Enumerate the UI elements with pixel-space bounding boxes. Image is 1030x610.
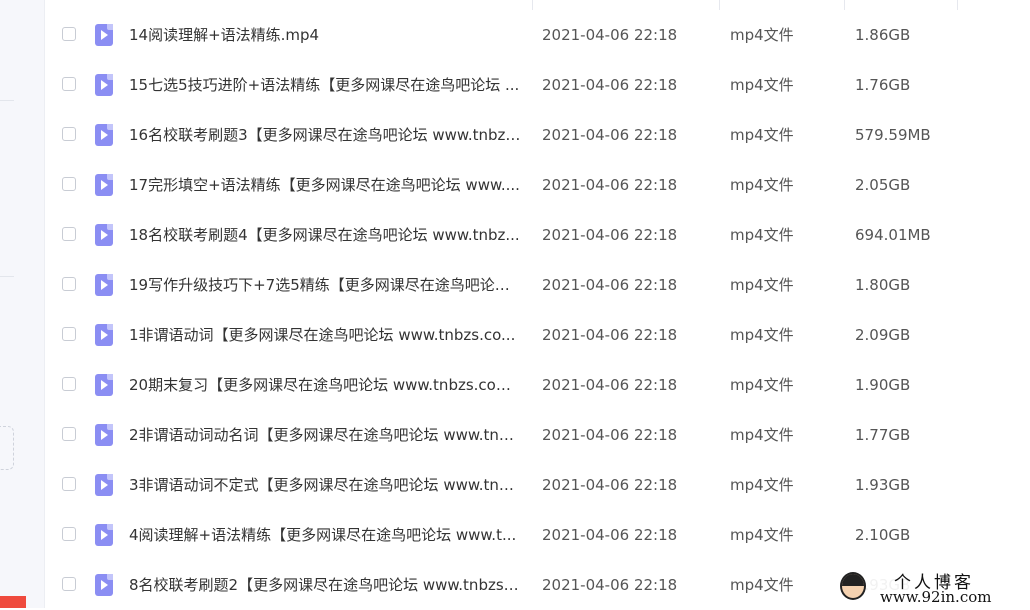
row-checkbox[interactable] [62, 477, 76, 491]
row-checkbox[interactable] [62, 77, 76, 91]
file-type: mp4文件 [730, 276, 794, 294]
file-name[interactable]: 18名校联考刷题4【更多网课尽在途鸟吧论坛 www.tnbz... [129, 210, 521, 260]
video-file-icon [95, 124, 113, 146]
file-size: 1.76GB [855, 76, 911, 94]
file-size: 1.86GB [855, 26, 911, 44]
file-type: mp4文件 [730, 576, 794, 594]
file-size: 1.93GB [855, 476, 911, 494]
video-file-icon [95, 474, 113, 496]
file-name[interactable]: 3非谓语动词不定式【更多网课尽在途鸟吧论坛 www.tnb... [129, 460, 521, 510]
table-row[interactable]: 3非谓语动词不定式【更多网课尽在途鸟吧论坛 www.tnb... 2021-04-… [45, 460, 1030, 510]
file-size: 1.90GB [855, 376, 911, 394]
file-modified-date: 2021-04-06 22:18 [542, 426, 678, 444]
row-checkbox[interactable] [62, 577, 76, 591]
file-name[interactable]: 15七选5技巧进阶+语法精练【更多网课尽在途鸟吧论坛 ... [129, 60, 521, 110]
file-modified-date: 2021-04-06 22:18 [542, 576, 678, 594]
table-row[interactable]: 1非谓语动词【更多网课尽在途鸟吧论坛 www.tnbzs.co... 2021-0… [45, 310, 1030, 360]
sidebar-red-badge [0, 596, 26, 608]
file-type: mp4文件 [730, 176, 794, 194]
video-file-icon [95, 424, 113, 446]
file-size: 2.10GB [855, 526, 911, 544]
file-modified-date: 2021-04-06 22:18 [542, 226, 678, 244]
file-name[interactable]: 8名校联考刷题2【更多网课尽在途鸟吧论坛 www.tnbzs.... [129, 560, 521, 610]
file-type: mp4文件 [730, 76, 794, 94]
table-row[interactable]: 19写作升级技巧下+7选5精练【更多网课尽在途鸟吧论坛... 2021-04-06… [45, 260, 1030, 310]
file-size: 1.77GB [855, 426, 911, 444]
column-divider [957, 0, 958, 10]
row-checkbox[interactable] [62, 527, 76, 541]
file-type: mp4文件 [730, 426, 794, 444]
file-modified-date: 2021-04-06 22:18 [542, 376, 678, 394]
file-modified-date: 2021-04-06 22:18 [542, 126, 678, 144]
file-name[interactable]: 14阅读理解+语法精练.mp4 [129, 10, 521, 60]
file-type: mp4文件 [730, 526, 794, 544]
file-size: 579.59MB [855, 126, 931, 144]
video-file-icon [95, 24, 113, 46]
table-row[interactable]: 14阅读理解+语法精练.mp4 2021-04-06 22:18 mp4文件 1.86… [45, 10, 1030, 60]
column-divider [532, 0, 533, 10]
sidebar-divider [0, 100, 14, 101]
file-name[interactable]: 19写作升级技巧下+7选5精练【更多网课尽在途鸟吧论坛... [129, 260, 521, 310]
table-row[interactable]: 17完形填空+语法精练【更多网课尽在途鸟吧论坛 www.... 2021-04-0… [45, 160, 1030, 210]
video-file-icon [95, 224, 113, 246]
file-size: 2.05GB [855, 176, 911, 194]
file-type: mp4文件 [730, 476, 794, 494]
table-row[interactable]: 15七选5技巧进阶+语法精练【更多网课尽在途鸟吧论坛 ... 2021-04-06… [45, 60, 1030, 110]
file-modified-date: 2021-04-06 22:18 [542, 326, 678, 344]
video-file-icon [95, 274, 113, 296]
file-type: mp4文件 [730, 26, 794, 44]
video-file-icon [95, 574, 113, 596]
column-divider [844, 0, 845, 10]
row-checkbox[interactable] [62, 277, 76, 291]
file-size: 1.80GB [855, 276, 911, 294]
video-file-icon [95, 174, 113, 196]
sidebar-divider [0, 276, 14, 277]
table-row[interactable]: 4阅读理解+语法精练【更多网课尽在途鸟吧论坛 www.t... 2021-04-0… [45, 510, 1030, 560]
column-divider [719, 0, 720, 10]
file-modified-date: 2021-04-06 22:18 [542, 176, 678, 194]
table-row[interactable]: 2非谓语动词动名词【更多网课尽在途鸟吧论坛 www.tnb... 2021-04-… [45, 410, 1030, 460]
file-name[interactable]: 20期末复习【更多网课尽在途鸟吧论坛 www.tnbzs.com... [129, 360, 521, 410]
file-name[interactable]: 2非谓语动词动名词【更多网课尽在途鸟吧论坛 www.tnb... [129, 410, 521, 460]
video-file-icon [95, 74, 113, 96]
blog-watermark: 个人博客 www.92in.com [838, 568, 1030, 608]
row-checkbox[interactable] [62, 227, 76, 241]
file-type: mp4文件 [730, 376, 794, 394]
table-row[interactable]: 18名校联考刷题4【更多网课尽在途鸟吧论坛 www.tnbz... 2021-04… [45, 210, 1030, 260]
row-checkbox[interactable] [62, 127, 76, 141]
file-name[interactable]: 17完形填空+语法精练【更多网课尽在途鸟吧论坛 www.... [129, 160, 521, 210]
file-type: mp4文件 [730, 326, 794, 344]
file-modified-date: 2021-04-06 22:18 [542, 76, 678, 94]
file-type: mp4文件 [730, 226, 794, 244]
video-file-icon [95, 374, 113, 396]
left-sidebar [0, 0, 45, 608]
row-checkbox[interactable] [62, 427, 76, 441]
file-type: mp4文件 [730, 126, 794, 144]
file-modified-date: 2021-04-06 22:18 [542, 476, 678, 494]
file-size: 2.09GB [855, 326, 911, 344]
sidebar-collapsed-element[interactable] [0, 426, 14, 470]
row-checkbox[interactable] [62, 327, 76, 341]
watermark-url: www.92in.com [880, 588, 992, 606]
row-checkbox[interactable] [62, 377, 76, 391]
file-list: 14阅读理解+语法精练.mp4 2021-04-06 22:18 mp4文件 1.86… [45, 0, 1030, 608]
file-modified-date: 2021-04-06 22:18 [542, 526, 678, 544]
file-modified-date: 2021-04-06 22:18 [542, 26, 678, 44]
file-size: 694.01MB [855, 226, 931, 244]
video-file-icon [95, 524, 113, 546]
file-name[interactable]: 1非谓语动词【更多网课尽在途鸟吧论坛 www.tnbzs.co... [129, 310, 521, 360]
video-file-icon [95, 324, 113, 346]
table-row[interactable]: 20期末复习【更多网课尽在途鸟吧论坛 www.tnbzs.com... 2021-… [45, 360, 1030, 410]
row-checkbox[interactable] [62, 177, 76, 191]
file-modified-date: 2021-04-06 22:18 [542, 276, 678, 294]
file-name[interactable]: 4阅读理解+语法精练【更多网课尽在途鸟吧论坛 www.t... [129, 510, 521, 560]
table-row[interactable]: 16名校联考刷题3【更多网课尽在途鸟吧论坛 www.tnbzs... 2021-0… [45, 110, 1030, 160]
file-name[interactable]: 16名校联考刷题3【更多网课尽在途鸟吧论坛 www.tnbzs... [129, 110, 521, 160]
row-checkbox[interactable] [62, 27, 76, 41]
avatar-icon [840, 572, 866, 600]
